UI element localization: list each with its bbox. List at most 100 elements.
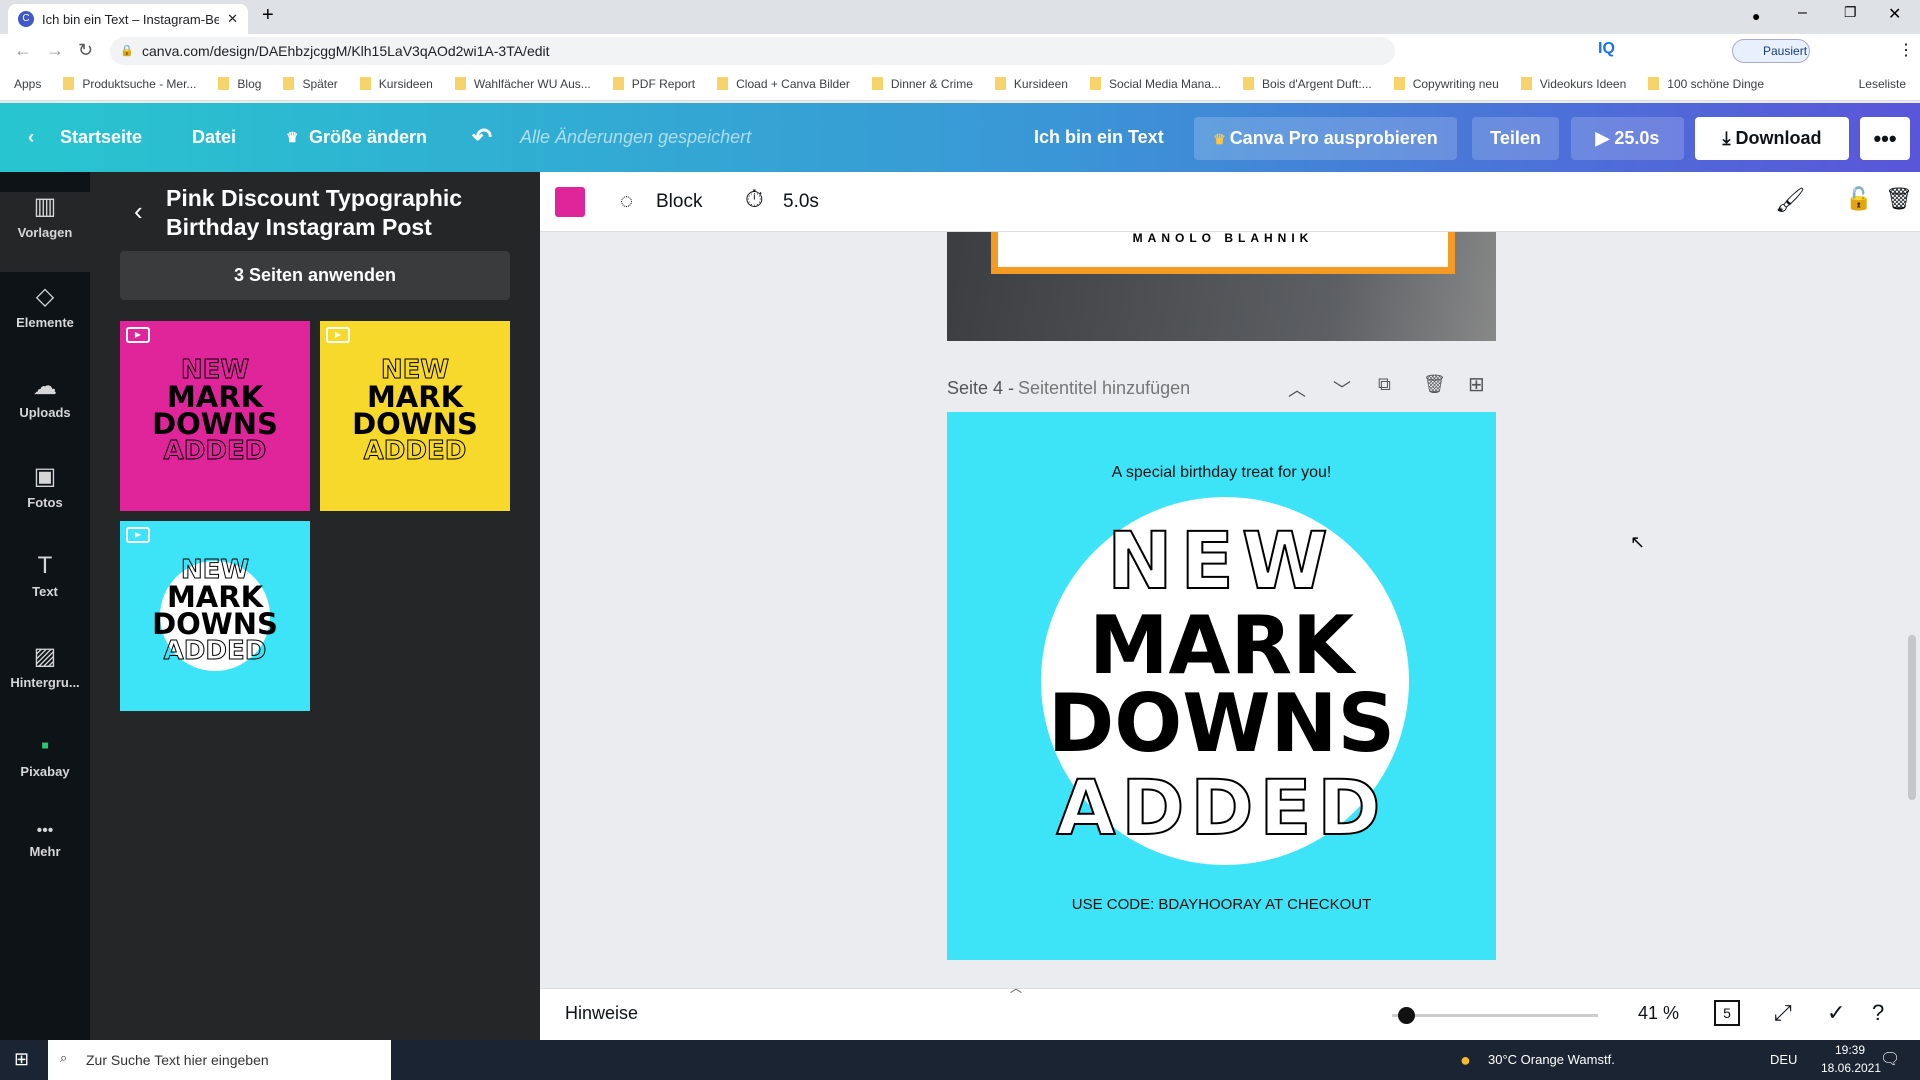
rail-item-more[interactable]: ••• Mehr	[0, 822, 90, 902]
design-page[interactable]: A special birthday treat for you! NEW MA…	[947, 412, 1496, 960]
apply-pages-button[interactable]: 3 Seiten anwenden	[120, 251, 510, 300]
rail-item-uploads[interactable]: ☁ Uploads	[0, 372, 90, 452]
rail-label: Uploads	[19, 405, 71, 420]
color-swatch[interactable]	[555, 187, 585, 217]
weather-icon: ●	[1460, 1050, 1471, 1070]
reading-list[interactable]: Leseliste	[1859, 77, 1906, 91]
duplicate-page-icon[interactable]: ⧉	[1378, 374, 1391, 395]
back-chevron-icon[interactable]: ‹	[134, 196, 143, 227]
iq-extension-icon[interactable]: IQ	[1598, 40, 1615, 58]
move-page-down-icon[interactable]: ﹀	[1333, 376, 1351, 402]
resize-button[interactable]: Größe ändern	[309, 103, 427, 172]
back-icon[interactable]: ←	[14, 40, 32, 61]
thumb-text: ADDED	[163, 436, 267, 466]
design-headline-downs: DOWNS	[1047, 677, 1396, 770]
template-page-thumb[interactable]: NEW MARK DOWNS ADDED ▶	[120, 521, 310, 711]
design-headline-added: ADDED	[1056, 763, 1387, 852]
notifications-icon[interactable]: 🗨	[1880, 1049, 1900, 1069]
rail-item-elemente[interactable]: ◇ Elemente	[0, 282, 90, 362]
rail-item-fotos[interactable]: ▣ Fotos	[0, 462, 90, 542]
reload-icon[interactable]: ↻	[78, 40, 93, 61]
new-tab-button[interactable]: +	[262, 4, 274, 27]
background-icon: ▨	[33, 643, 57, 670]
add-page-icon[interactable]: ⊞	[1468, 372, 1485, 397]
close-tab-icon[interactable]: ✕	[227, 11, 238, 27]
rail-item-vorlagen[interactable]: ▥ Vorlagen	[0, 192, 90, 272]
profile-button[interactable]: Pausiert	[1732, 39, 1810, 63]
canva-pro-button[interactable]: ♛ Canva Pro ausprobieren	[1194, 117, 1457, 160]
share-button[interactable]: Teilen	[1472, 117, 1559, 160]
bookmark-apps[interactable]: Apps	[14, 77, 41, 91]
bookmark[interactable]: PDF Report	[613, 77, 695, 91]
forward-icon[interactable]: →	[46, 40, 64, 61]
trash-icon[interactable]: 🗑	[1885, 186, 1913, 212]
tab-search-icon[interactable]: ●	[1752, 8, 1760, 24]
rail-label: Fotos	[27, 495, 63, 510]
bookmark[interactable]: Dinner & Crime	[872, 77, 973, 91]
rail-item-background[interactable]: ▨ Hintergru...	[0, 642, 90, 722]
windows-start-icon[interactable]: ⊞	[14, 1049, 29, 1070]
previous-page[interactable]: MANOLO BLAHNIK	[947, 232, 1496, 341]
check-icon[interactable]: ✓	[1827, 1000, 1845, 1026]
more-options-button[interactable]: •••	[1860, 117, 1910, 160]
expand-pages-icon[interactable]: ︿	[1010, 979, 1022, 996]
help-icon[interactable]: ?	[1872, 1000, 1884, 1026]
bookmark[interactable]: Kursideen	[995, 77, 1068, 91]
rail-label: Vorlagen	[17, 225, 73, 240]
close-window-button[interactable]: ✕	[1888, 4, 1901, 24]
zoom-level[interactable]: 41 %	[1638, 1003, 1679, 1024]
bookmark[interactable]: Kursideen	[360, 77, 433, 91]
page-title-input[interactable]: Seitentitel hinzufügen	[1018, 378, 1190, 399]
taskbar-search[interactable]: Zur Suche Text hier eingeben	[48, 1040, 391, 1080]
bookmarks-bar: Apps Produktsuche - Mer... Blog Später K…	[0, 68, 1920, 101]
text-icon: T	[37, 552, 53, 579]
lock-icon[interactable]: 🔓	[1845, 186, 1872, 212]
clock-date[interactable]: 18.06.2021	[1820, 1061, 1882, 1075]
restore-button[interactable]: ❐	[1844, 4, 1857, 21]
bookmark[interactable]: Social Media Mana...	[1090, 77, 1221, 91]
mouse-cursor: ↖	[1630, 532, 1646, 552]
fullscreen-icon[interactable]: ⤢	[1774, 1000, 1792, 1026]
rail-item-text[interactable]: T Text	[0, 552, 90, 632]
page-count-button[interactable]: 5	[1714, 1000, 1740, 1026]
zoom-slider[interactable]	[1392, 1007, 1598, 1024]
browser-tab[interactable]: C Ich bin ein Text – Instagram-Beitr ✕	[8, 4, 248, 34]
template-page-thumb[interactable]: NEW MARK DOWNS ADDED ▶	[320, 321, 510, 511]
undo-icon[interactable]: ↶	[472, 103, 492, 172]
bookmark[interactable]: Blog	[218, 77, 261, 91]
browser-tab-bar: C Ich bin ein Text – Instagram-Beitr ✕ + ●…	[0, 0, 1920, 34]
bookmark[interactable]: Bois d'Argent Duft:...	[1243, 77, 1372, 91]
home-link[interactable]: Startseite	[60, 103, 142, 172]
url-field[interactable]: canva.com/design/DAEhbzjcggM/Klh15LaV3qA…	[110, 37, 1395, 65]
bookmark[interactable]: Produktsuche - Mer...	[63, 77, 196, 91]
zoom-slider-knob[interactable]	[1398, 1007, 1416, 1024]
play-badge-icon: ▶	[126, 527, 150, 543]
animation-button[interactable]: Block	[656, 191, 702, 213]
bookmark[interactable]: Videokurs Ideen	[1521, 77, 1627, 91]
download-button[interactable]: ⤓ Download	[1695, 117, 1849, 160]
design-title[interactable]: Ich bin ein Text	[1034, 103, 1164, 172]
vertical-scrollbar[interactable]	[1906, 240, 1916, 980]
clock-time[interactable]: 19:39	[1825, 1043, 1875, 1057]
paint-roller-icon[interactable]: 🖌	[1775, 186, 1805, 215]
move-page-up-icon[interactable]: ︿	[1288, 376, 1306, 402]
minimize-button[interactable]: –	[1798, 4, 1807, 22]
delete-page-icon[interactable]: 🗑	[1423, 374, 1446, 395]
weather-text[interactable]: 30°C Orange Wamstf.	[1488, 1052, 1615, 1067]
back-chevron-icon[interactable]: ‹	[28, 103, 34, 172]
rail-item-pixabay[interactable]: ▪ Pixabay	[0, 732, 90, 812]
bookmark[interactable]: Copywriting neu	[1394, 77, 1499, 91]
play-badge-icon: ▶	[326, 327, 350, 343]
bookmark[interactable]: Wahlfächer WU Aus...	[455, 77, 591, 91]
language-indicator[interactable]: DEU	[1770, 1052, 1797, 1067]
duration-button[interactable]: 5.0s	[783, 191, 819, 213]
bookmark[interactable]: Später	[283, 77, 337, 91]
file-menu[interactable]: Datei	[192, 103, 236, 172]
play-button[interactable]: ▶ 25.0s	[1571, 117, 1684, 160]
notes-button[interactable]: Hinweise	[565, 1003, 638, 1024]
template-page-thumb[interactable]: NEW MARK DOWNS ADDED ▶	[120, 321, 310, 511]
bookmark[interactable]: 100 schöne Dinge	[1648, 77, 1764, 91]
design-promo-code: USE CODE: BDAYHOORAY AT CHECKOUT	[1071, 896, 1372, 913]
bookmark[interactable]: Cload + Canva Bilder	[717, 77, 850, 91]
browser-menu-icon[interactable]: ⋮	[1898, 40, 1914, 60]
